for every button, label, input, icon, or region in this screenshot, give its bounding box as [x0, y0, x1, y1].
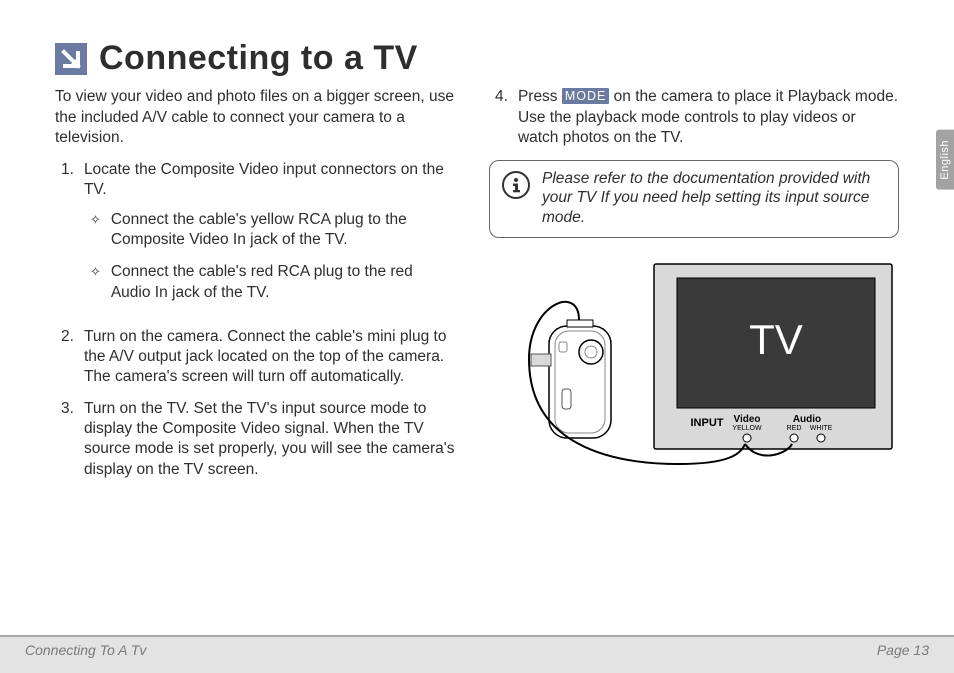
section-arrow-icon: [55, 43, 87, 75]
sub-step-text: Connect the cable's yellow RCA plug to t…: [111, 210, 455, 250]
step-number: 2.: [61, 327, 74, 387]
page-title-text: Connecting to a TV: [99, 40, 418, 77]
step-2: 2. Turn on the camera. Connect the cable…: [55, 327, 455, 387]
sub-step: ✧ Connect the cable's red RCA plug to th…: [84, 262, 455, 302]
language-tab: English: [936, 130, 954, 190]
white-label: WHITE: [810, 425, 833, 432]
video-label: Video: [733, 414, 760, 425]
tv-screen-label: TV: [749, 316, 803, 363]
right-column: 4. Press MODE on the camera to place it …: [489, 87, 899, 491]
connection-diagram: TV INPUT Video YELLOW Audio RED WHITE: [489, 254, 899, 469]
step-text: Turn on the camera. Connect the cable's …: [84, 328, 447, 385]
sub-step: ✧ Connect the cable's yellow RCA plug to…: [84, 210, 455, 250]
input-label: INPUT: [691, 417, 724, 429]
step-number: 4.: [495, 87, 508, 147]
yellow-label: YELLOW: [732, 425, 762, 432]
bullet-diamond-icon: ✧: [90, 262, 101, 302]
page-title: Connecting to a TV: [55, 40, 899, 77]
info-text: Please refer to the documentation provid…: [542, 169, 886, 227]
red-label: RED: [787, 425, 802, 432]
footer-page: Page 13: [877, 642, 929, 658]
step-number: 1.: [61, 160, 74, 315]
step-4: 4. Press MODE on the camera to place it …: [489, 87, 899, 147]
intro-paragraph: To view your video and photo files on a …: [55, 87, 455, 147]
step-text: Turn on the TV. Set the TV's input sourc…: [84, 400, 455, 477]
audio-label: Audio: [793, 414, 821, 425]
camera-icon: [531, 320, 611, 438]
mode-button-label: MODE: [562, 88, 610, 104]
step-number: 3.: [61, 399, 74, 480]
step-text-pre: Press: [518, 88, 562, 105]
info-callout: Please refer to the documentation provid…: [489, 160, 899, 238]
bullet-diamond-icon: ✧: [90, 210, 101, 250]
footer-section: Connecting To A Tv: [25, 642, 146, 658]
step-1: 1. Locate the Composite Video input conn…: [55, 160, 455, 315]
page-footer: Connecting To A Tv Page 13: [0, 635, 954, 673]
info-icon: [502, 171, 530, 199]
step-3: 3. Turn on the TV. Set the TV's input so…: [55, 399, 455, 480]
step-text: Locate the Composite Video input connect…: [84, 161, 444, 198]
sub-step-text: Connect the cable's red RCA plug to the …: [111, 262, 455, 302]
left-column: To view your video and photo files on a …: [55, 87, 455, 491]
